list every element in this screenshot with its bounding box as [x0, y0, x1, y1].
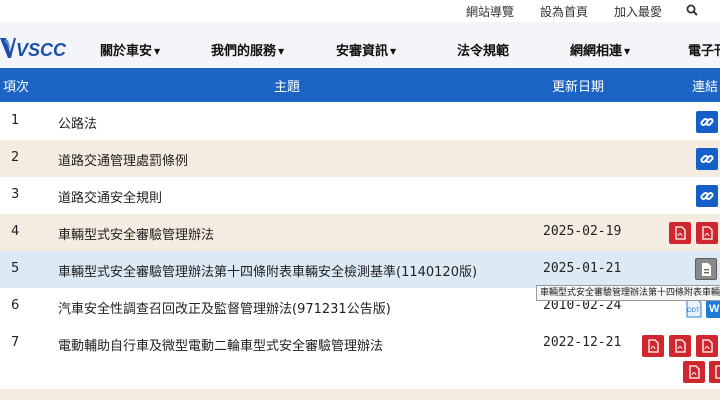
row-date: 2025-01-21: [543, 261, 622, 276]
row-index: 2: [11, 150, 20, 165]
next-row-strip: [0, 389, 720, 400]
row-index: 3: [11, 187, 20, 202]
set-homepage-link[interactable]: 設為首頁: [540, 3, 588, 20]
link-icon[interactable]: [696, 111, 718, 133]
table-row: 4 車輛型式安全審驗管理辦法 2025-02-19: [0, 214, 720, 251]
row-date: 2022-12-21: [543, 335, 622, 350]
svg-text:W: W: [709, 303, 720, 315]
row-title[interactable]: 車輛型式安全審驗管理辦法第十四條附表車輛安全檢測基準(1140120版): [58, 261, 477, 280]
logo-text: VSCC: [16, 40, 66, 60]
table-row: 1 公路法: [0, 103, 720, 140]
table-header: 項次 主題 更新日期 連結: [0, 68, 720, 102]
row-index: 1: [11, 113, 20, 128]
vscc-logo[interactable]: VSCC: [0, 34, 66, 60]
main-header: VSCC 關於車安▼ 我們的服務▼ 安審資訊▼ 法令規範 網網相連▼ 電子刊: [0, 22, 720, 68]
document-icon[interactable]: [695, 258, 717, 280]
pdf-icon[interactable]: [669, 222, 691, 244]
pdf-icon[interactable]: [696, 335, 718, 357]
pdf-icon[interactable]: [683, 361, 705, 383]
row-title[interactable]: 公路法: [58, 113, 97, 132]
utility-bar: 網站導覽 設為首頁 加入最愛: [0, 0, 720, 22]
row-title[interactable]: 車輛型式安全審驗管理辦法: [58, 224, 214, 243]
col-header-date: 更新日期: [552, 80, 605, 95]
nav-links[interactable]: 網網相連 ▼: [570, 40, 630, 59]
svg-text:ODT: ODT: [687, 308, 700, 314]
col-header-subject: 主題: [274, 80, 301, 95]
row-title[interactable]: 道路交通管理處罰條例: [58, 150, 188, 169]
row-date: 2025-02-19: [543, 224, 622, 239]
hover-tooltip: 車輛型式安全審驗管理辦法第十四條附表車輛安全檢測基準: [536, 285, 720, 301]
nav-e-magazine[interactable]: 電子刊: [688, 40, 720, 59]
row-title[interactable]: 汽車安全性調查召回改正及監督管理辦法(971231公告版): [58, 298, 391, 317]
row-index: 4: [11, 224, 20, 239]
pdf-icon[interactable]: [669, 335, 691, 357]
row-title[interactable]: 道路交通安全規則: [58, 187, 162, 206]
sitemap-link[interactable]: 網站導覽: [466, 3, 514, 20]
pdf-icon[interactable]: [642, 335, 664, 357]
search-icon[interactable]: [686, 4, 698, 16]
table-row: 5 車輛型式安全審驗管理辦法第十四條附表車輛安全檢測基準(1140120版) 2…: [0, 251, 720, 288]
col-header-index: 項次: [3, 80, 30, 95]
nav-about[interactable]: 關於車安 ▼: [100, 40, 160, 59]
add-favorite-link[interactable]: 加入最愛: [614, 3, 662, 20]
word-icon[interactable]: W: [706, 298, 720, 318]
pdf-icon[interactable]: [696, 222, 718, 244]
nav-regulations[interactable]: 法令規範: [457, 40, 509, 59]
table-row: 7 電動輔助自行車及微型電動二輪車型式安全審驗管理辦法 2022-12-21: [0, 325, 720, 389]
odt-icon[interactable]: ODT: [685, 298, 703, 318]
row-index: 5: [11, 261, 20, 276]
nav-review-info[interactable]: 安審資訊 ▼: [336, 40, 396, 59]
link-icon[interactable]: [696, 185, 718, 207]
nav-services[interactable]: 我們的服務 ▼: [211, 40, 284, 59]
table-row: 2 道路交通管理處罰條例: [0, 140, 720, 177]
table-row: 3 道路交通安全規則: [0, 177, 720, 214]
row-index: 7: [11, 335, 20, 350]
row-index: 6: [11, 298, 20, 313]
pdf-icon[interactable]: [709, 361, 720, 383]
col-header-link: 連結: [692, 80, 719, 95]
row-title[interactable]: 電動輔助自行車及微型電動二輪車型式安全審驗管理辦法: [58, 335, 383, 354]
link-icon[interactable]: [696, 148, 718, 170]
